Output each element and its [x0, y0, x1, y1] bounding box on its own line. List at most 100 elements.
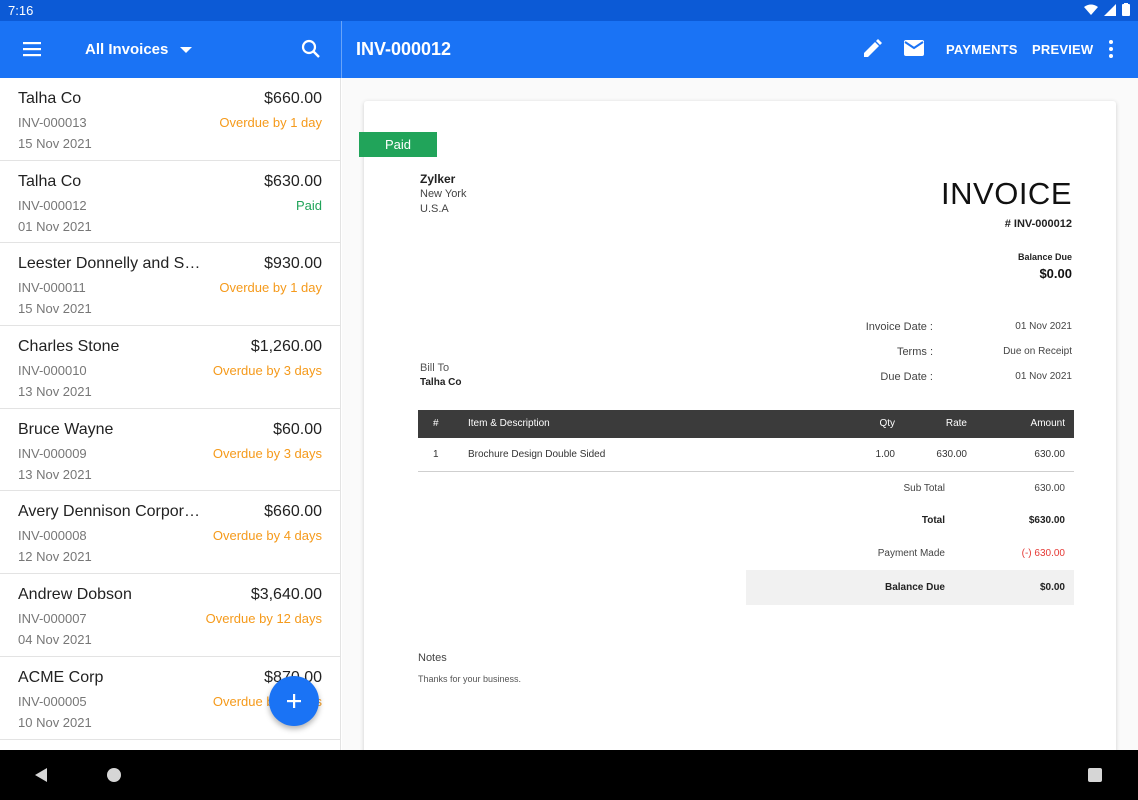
customer-name: Charles Stone [18, 338, 120, 356]
customer-name: Talha Co [18, 172, 82, 190]
invoice-title: INV-000012 [356, 39, 452, 59]
invoice-amount: $660.00 [264, 90, 322, 107]
total-label: Total [921, 515, 945, 526]
customer-name: Talha Co [18, 90, 82, 107]
col-amount-header: Amount [1030, 418, 1065, 429]
payment-made-label: Payment Made [877, 548, 945, 559]
list-item[interactable]: Leester Donnelly and So… $930.00 INV-000… [0, 243, 340, 327]
invoice-date: 01 Nov 2021 [18, 218, 92, 234]
due-date-label: Due Date : [880, 371, 933, 383]
total-value: $630.00 [1028, 515, 1065, 526]
company-country: U.S.A [420, 203, 449, 215]
payment-made-value: (-) 630.00 [1021, 548, 1065, 559]
list-item[interactable]: Charles Stone $1,260.00 INV-000010 Overd… [0, 326, 340, 409]
invoice-date-value: 01 Nov 2021 [1015, 321, 1072, 332]
invoice-amount: $60.00 [273, 420, 322, 438]
paid-ribbon: Paid [359, 132, 437, 157]
invoice-date: 12 Nov 2021 [18, 549, 92, 565]
sub-total-value: 630.00 [1034, 483, 1065, 494]
invoice-date: 10 Nov 2021 [18, 714, 92, 730]
terms-value: Due on Receipt [1003, 346, 1072, 357]
list-item[interactable]: Talha Co $630.00 INV-000012 Paid 01 Nov … [0, 161, 340, 244]
sub-total-label: Sub Total [903, 483, 945, 494]
terms-label: Terms : [896, 346, 933, 358]
invoice-date: 13 Nov 2021 [18, 384, 92, 400]
invoice-heading: INVOICE [941, 176, 1072, 211]
invoice-number: INV-000012 [18, 197, 87, 213]
line-items-header: # Item & Description Qty Rate Amount [418, 410, 1074, 438]
notes-text: Thanks for your business. [418, 674, 522, 684]
status-icons [1084, 3, 1130, 16]
balance-due-label: Balance Due [1017, 252, 1072, 262]
invoice-number: INV-000008 [18, 528, 87, 544]
app-bar: All Invoices INV-000012 PAYMENTS PREVIEW [0, 21, 1138, 78]
col-rate-header: Rate [945, 418, 967, 429]
bill-to-name: Talha Co [420, 377, 462, 388]
search-icon[interactable] [300, 38, 322, 60]
line-rate: 630.00 [936, 449, 967, 460]
list-item[interactable]: Avery Dennison Corpora… $660.00 INV-0000… [0, 491, 340, 575]
email-icon[interactable] [903, 39, 927, 59]
invoice-filter-dropdown[interactable]: All Invoices [85, 41, 193, 58]
list-item[interactable]: Bruce Wayne $60.00 INV-000009 Overdue by… [0, 409, 340, 492]
invoice-amount: $930.00 [264, 255, 322, 273]
home-icon[interactable] [107, 768, 121, 782]
final-balance-value: $0.00 [1039, 582, 1065, 593]
wifi-icon [1084, 4, 1098, 15]
customer-name: ACME Corp [18, 668, 104, 686]
invoice-amount: $3,640.00 [250, 586, 322, 604]
line-item-description: Brochure Design Double Sided [468, 449, 606, 460]
table-row: 1 Brochure Design Double Sided 1.00 630.… [418, 438, 1074, 472]
list-item[interactable]: Talha Co $660.00 INV-000013 Overdue by 1… [0, 78, 340, 161]
invoice-status: Overdue by 1 day [219, 115, 322, 130]
line-qty: 1.00 [875, 449, 895, 460]
invoice-date: 13 Nov 2021 [18, 466, 92, 482]
invoice-amount: $630.00 [264, 172, 322, 190]
invoice-number: INV-000011 [18, 280, 86, 296]
preview-button[interactable]: PREVIEW [1032, 42, 1093, 57]
customer-name: Andrew Dobson [18, 586, 132, 604]
menu-icon[interactable] [20, 37, 44, 61]
invoice-amount: $660.00 [264, 503, 322, 521]
recent-apps-icon[interactable] [1088, 768, 1102, 782]
company-name: Zylker [420, 172, 456, 186]
invoice-number: INV-000009 [18, 445, 87, 461]
customer-name: Bruce Wayne [18, 420, 114, 438]
invoice-list: Talha Co $660.00 INV-000013 Overdue by 1… [0, 78, 341, 750]
invoice-status: Paid [295, 197, 322, 213]
line-index: 1 [433, 449, 439, 460]
plus-icon [287, 694, 301, 708]
col-index-header: # [433, 418, 439, 429]
invoice-date-label: Invoice Date : [865, 321, 933, 333]
invoice-date: 15 Nov 2021 [18, 136, 92, 151]
balance-due-value: $0.00 [1039, 266, 1072, 281]
bill-to-label: Bill To [420, 362, 450, 374]
invoice-date: 15 Nov 2021 [18, 301, 92, 317]
dropdown-arrow-icon [180, 46, 193, 53]
company-city: New York [420, 188, 467, 200]
edit-icon[interactable] [861, 38, 883, 60]
invoice-status: Overdue by 3 days [212, 445, 322, 461]
invoice-number: INV-000005 [18, 693, 87, 709]
add-invoice-button[interactable] [269, 676, 319, 726]
more-options-icon[interactable] [1101, 38, 1121, 60]
invoice-number: INV-000013 [18, 115, 87, 130]
customer-name: Avery Dennison Corpora… [18, 503, 206, 521]
invoice-number: INV-000010 [18, 363, 87, 379]
final-balance-label: Balance Due [884, 582, 945, 593]
invoice-doc-number: # INV-000012 [1004, 218, 1072, 230]
invoice-date: 04 Nov 2021 [18, 632, 92, 648]
invoice-status: Overdue by 1 day [219, 280, 322, 296]
signal-icon [1104, 3, 1116, 16]
pane-divider [341, 21, 342, 78]
customer-name: Leester Donnelly and So… [18, 255, 206, 273]
battery-icon [1122, 3, 1130, 16]
line-amount: 630.00 [1034, 449, 1065, 460]
back-icon[interactable] [34, 767, 48, 788]
notes-label: Notes [418, 652, 447, 664]
payments-button[interactable]: PAYMENTS [946, 42, 1018, 57]
filter-label: All Invoices [85, 41, 169, 58]
col-item-header: Item & Description [468, 418, 550, 429]
list-item[interactable]: Andrew Dobson $3,640.00 INV-000007 Overd… [0, 574, 340, 657]
invoice-status: Overdue by 3 days [212, 363, 322, 379]
